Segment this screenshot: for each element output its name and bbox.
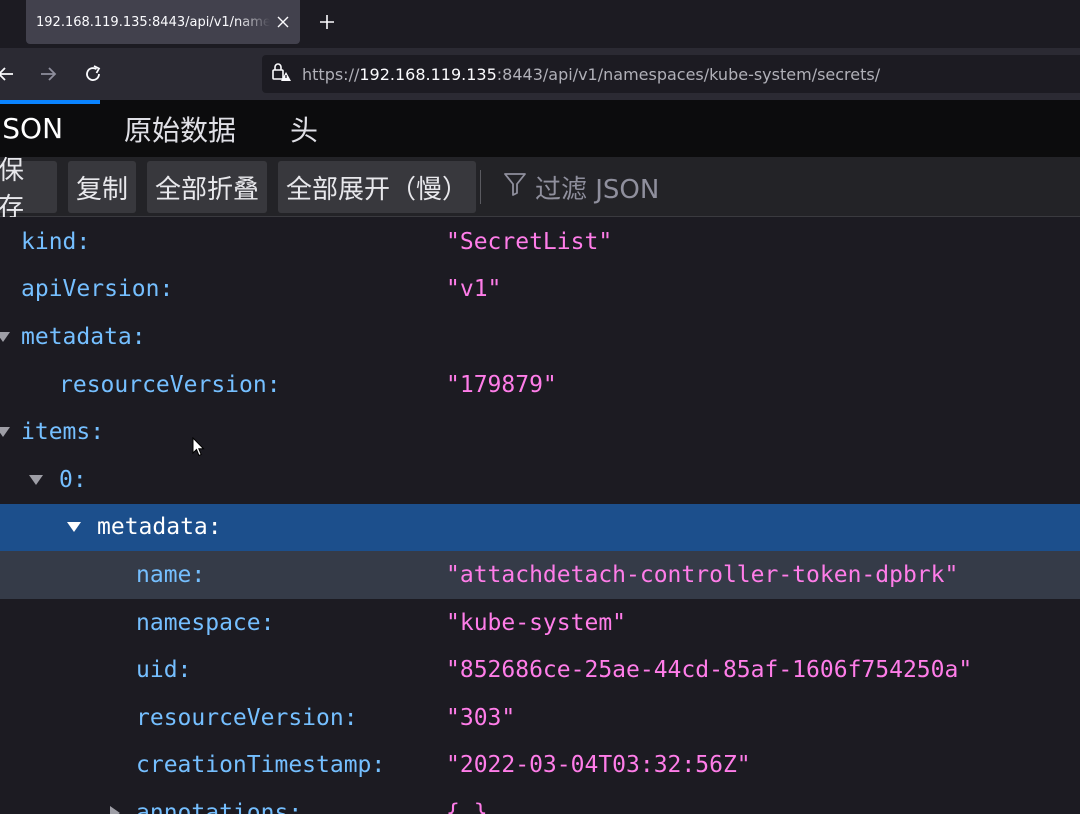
tree-row[interactable]: annotations: {…} <box>0 789 1080 814</box>
json-key: creationTimestamp: <box>136 752 386 779</box>
json-value: "179879" <box>446 371 557 398</box>
expand-toggle-icon[interactable] <box>110 805 120 814</box>
json-value: "attachdetach-controller-token-dpbrk" <box>446 561 959 588</box>
tree-row[interactable]: metadata: <box>0 313 1080 361</box>
save-button[interactable]: 保存 <box>0 156 57 223</box>
json-key: apiVersion: <box>21 276 174 303</box>
plus-icon[interactable] <box>314 8 340 36</box>
tree-row-selected[interactable]: metadata: <box>0 503 1080 552</box>
reload-icon[interactable] <box>79 60 107 88</box>
tree-row-hovered[interactable]: name: "attachdetach-controller-token-dpb… <box>0 551 1080 599</box>
arrow-right-icon[interactable] <box>34 60 62 88</box>
json-tree: kind: "SecretList" apiVersion: "v1" meta… <box>0 217 1080 814</box>
navigation-bar: https://192.168.119.135:8443/api/v1/name… <box>0 48 1080 100</box>
tree-row[interactable]: 0: <box>0 456 1080 504</box>
copy-button[interactable]: 复制 <box>68 161 136 213</box>
json-key: resourceVersion: <box>59 371 281 398</box>
collapse-all-button[interactable]: 全部折叠 <box>147 161 267 213</box>
browser-tab[interactable]: 192.168.119.135:8443/api/v1/namespaces/k… <box>26 0 300 44</box>
json-value: "v1" <box>446 276 502 303</box>
mouse-pointer-icon <box>192 437 205 457</box>
tree-row[interactable]: resourceVersion: "303" <box>0 694 1080 742</box>
expand-all-button[interactable]: 全部展开（慢） <box>278 161 476 213</box>
filter-json-input[interactable]: 过滤 JSON <box>503 161 659 213</box>
json-key: kind: <box>21 228 91 255</box>
json-key: resourceVersion: <box>136 704 358 731</box>
lock-warning-icon[interactable] <box>270 61 292 87</box>
viewer-tabs: JSON 原始数据 头 <box>0 100 1080 157</box>
tab-strip: 192.168.119.135:8443/api/v1/namespaces/k… <box>0 0 1080 48</box>
json-key: uid: <box>136 657 192 684</box>
expand-toggle-icon[interactable] <box>0 427 10 438</box>
json-key: metadata: <box>97 514 222 541</box>
tab-title: 192.168.119.135:8443/api/v1/namespaces/k… <box>36 14 270 30</box>
json-key: 0: <box>59 466 87 493</box>
expand-toggle-icon[interactable] <box>29 474 43 485</box>
tree-row[interactable]: kind: "SecretList" <box>0 218 1080 266</box>
filter-placeholder: 过滤 JSON <box>535 174 660 205</box>
tab-headers[interactable]: 头 <box>290 100 318 157</box>
json-key: namespace: <box>136 609 275 636</box>
tree-row[interactable]: resourceVersion: "179879" <box>0 361 1080 409</box>
json-value: "303" <box>446 704 516 731</box>
close-icon[interactable] <box>274 13 292 31</box>
tab-raw-data[interactable]: 原始数据 <box>124 100 236 157</box>
tree-row[interactable]: items: <box>0 408 1080 456</box>
json-value: "SecretList" <box>446 228 613 255</box>
toolbar-divider <box>480 170 481 204</box>
json-key: metadata: <box>21 323 146 350</box>
tab-json[interactable]: JSON <box>0 100 63 157</box>
json-value: {…} <box>446 799 488 814</box>
json-toolbar: 保存 复制 全部折叠 全部展开（慢） 过滤 JSON <box>0 156 1080 223</box>
arrow-left-icon[interactable] <box>0 60 20 88</box>
json-key: items: <box>21 419 105 446</box>
tree-row[interactable]: creationTimestamp: "2022-03-04T03:32:56Z… <box>0 742 1080 790</box>
tree-row[interactable]: namespace: "kube-system" <box>0 599 1080 647</box>
json-value: "852686ce-25ae-44cd-85af-1606f754250a" <box>446 657 973 684</box>
tree-row[interactable]: uid: "852686ce-25ae-44cd-85af-1606f75425… <box>0 646 1080 694</box>
json-key: annotations: <box>136 799 303 814</box>
tree-row[interactable]: apiVersion: "v1" <box>0 266 1080 314</box>
json-value: "kube-system" <box>446 609 627 636</box>
expand-toggle-icon[interactable] <box>67 522 81 533</box>
json-value: "2022-03-04T03:32:56Z" <box>446 752 751 779</box>
url-bar[interactable]: https://192.168.119.135:8443/api/v1/name… <box>262 55 1080 93</box>
funnel-icon <box>503 171 535 204</box>
url-text[interactable]: https://192.168.119.135:8443/api/v1/name… <box>302 65 880 84</box>
json-key: name: <box>136 561 206 588</box>
expand-toggle-icon[interactable] <box>0 331 10 342</box>
